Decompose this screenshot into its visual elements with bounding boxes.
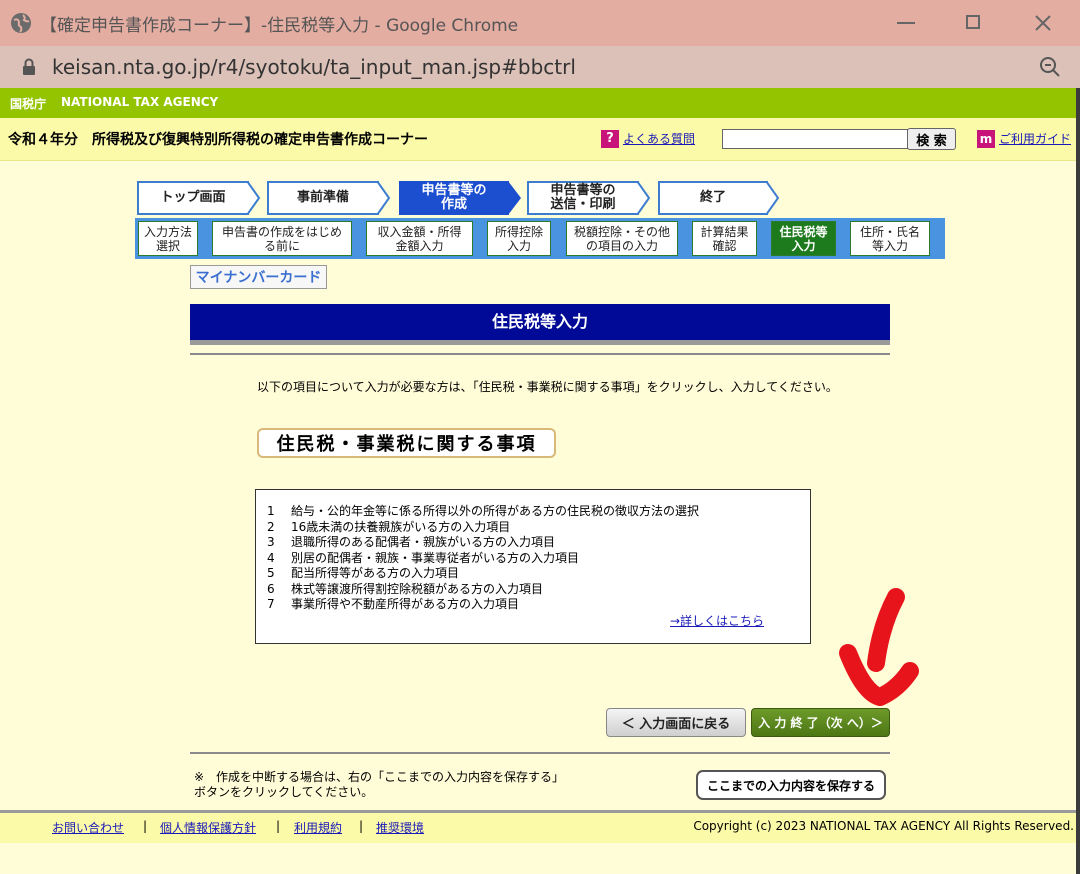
agency-name-en: NATIONAL TAX AGENCY	[61, 95, 219, 109]
window-edge	[1076, 88, 1080, 874]
items-list: 1 給与・公的年金等に係る所得以外の所得がある方の住民税の徴収方法の選択 2 16歳…	[267, 504, 699, 613]
search-button[interactable]: 検 索	[907, 128, 956, 150]
step-arrow	[377, 181, 391, 215]
list-item: 1 給与・公的年金等に係る所得以外の所得がある方の住民税の徴収方法の選択	[267, 504, 700, 518]
substep-method[interactable]: 入力方法 選択	[138, 221, 198, 256]
agency-banner: 国税庁 NATIONAL TAX AGENCY	[0, 88, 1080, 118]
lock-icon	[23, 58, 35, 75]
finish-input-next-button[interactable]: 入 力 終 了（次 へ）＞	[751, 708, 890, 737]
substep-label: 税額控除・その他 の項目の入力	[573, 224, 670, 253]
search-input[interactable]	[722, 129, 908, 149]
maximize-icon[interactable]	[966, 15, 980, 29]
step-label: 申告書等の 作成	[421, 183, 487, 212]
substep-label: 収入金額・所得 金額入力	[377, 224, 462, 253]
globe-icon	[11, 13, 31, 33]
step-preparation[interactable]: 事前準備	[267, 181, 379, 215]
instruction-text: 以下の項目について入力が必要な方は、「住民税・事業税に関する事項」をクリックし、…	[257, 380, 838, 394]
footer-separator: |	[143, 819, 148, 833]
step-label: トップ画面	[160, 190, 226, 205]
minimize-icon[interactable]	[897, 22, 915, 24]
list-item: 7 事業所得や不動産所得がある方の入力項目	[267, 597, 520, 611]
divider	[190, 353, 890, 355]
step-arrow	[508, 181, 521, 215]
close-icon[interactable]	[1034, 14, 1052, 32]
list-item: 2 16歳未満の扶養親族がいる方の入力項目	[267, 519, 511, 534]
substep-label: 所得控除 入力	[494, 224, 543, 253]
guide-book-icon: m	[977, 130, 995, 148]
copyright: Copyright (c) 2023 NATIONAL TAX AGENCY A…	[693, 819, 1074, 833]
footer-environment-link[interactable]: 推奨環境	[376, 819, 424, 836]
address-bar[interactable]: keisan.nta.go.jp/r4/syotoku/ta_input_man…	[0, 46, 1080, 88]
page-title: 住民税等入力	[491, 312, 588, 331]
substep-deduction[interactable]: 所得控除 入力	[487, 221, 551, 256]
step-send-print: 申告書等の 送信・印刷	[527, 181, 639, 215]
step-label: 終了	[699, 190, 726, 205]
substep-label: 住民税等 入力	[779, 224, 828, 253]
step-arrow	[766, 181, 780, 215]
step-finish: 終了	[658, 181, 768, 215]
substep-tax-credit[interactable]: 税額控除・その他 の項目の入力	[566, 221, 678, 256]
url-text[interactable]: keisan.nta.go.jp/r4/syotoku/ta_input_man…	[52, 55, 576, 79]
step-create-current: 申告書等の 作成	[399, 181, 509, 215]
agency-name-jp: 国税庁	[10, 97, 47, 111]
footer-terms-link[interactable]: 利用規約	[294, 819, 342, 836]
window-title: 【確定申告書作成コーナー】-住民税等入力 - Google Chrome	[40, 16, 519, 36]
footer-separator: |	[276, 819, 281, 833]
substep-label: 計算結果 確認	[700, 224, 749, 253]
resident-tax-section-button[interactable]: 住民税・事業税に関する事項	[257, 428, 556, 458]
site-title: 令和４年分 所得税及び復興特別所得税の確定申告書作成コーナー	[8, 132, 428, 148]
list-item: 6 株式等譲渡所得割控除税額がある方の入力項目	[267, 581, 544, 596]
guide-link[interactable]: ご利用ガイド	[999, 130, 1071, 147]
save-note: ※ 作成を中断する場合は、右の「ここまでの入力内容を保存する」ボタンをクリックし…	[194, 770, 565, 799]
footer-contact-link[interactable]: お問い合わせ	[52, 819, 124, 836]
browser-title-bar: 【確定申告書作成コーナー】-住民税等入力 - Google Chrome	[0, 0, 1080, 46]
substep-result[interactable]: 計算結果 確認	[692, 221, 757, 256]
substep-before[interactable]: 申告書の作成をはじめ る前に	[212, 221, 352, 256]
zoom-icon[interactable]	[1038, 55, 1062, 79]
footer-privacy-link[interactable]: 個人情報保護方針	[160, 819, 256, 836]
annotation-arrow-icon	[839, 588, 919, 706]
items-box: 1 給与・公的年金等に係る所得以外の所得がある方の住民税の徴収方法の選択 2 16歳…	[255, 489, 811, 644]
faq-link[interactable]: よくある質問	[623, 130, 695, 147]
substep-resident-tax-current: 住民税等 入力	[771, 221, 836, 256]
step-label: 事前準備	[296, 190, 349, 205]
substep-address: 住所・氏名 等入力	[850, 221, 930, 256]
back-to-input-button[interactable]: ＜ 入力画面に戻る	[606, 708, 746, 737]
details-link[interactable]: →詳しくはこちら	[670, 612, 764, 629]
page-bottom	[0, 843, 1076, 874]
footer-separator: |	[359, 819, 364, 833]
step-arrow	[247, 181, 261, 215]
list-item: 4 別居の配偶者・親族・事業専従者がいる方の入力項目	[267, 550, 580, 565]
step-top[interactable]: トップ画面	[137, 181, 249, 215]
title-underline	[190, 340, 890, 345]
substep-label: 入力方法 選択	[143, 224, 192, 253]
page-title-band: 住民税等入力	[190, 304, 890, 340]
substep-income[interactable]: 収入金額・所得 金額入力	[366, 221, 473, 256]
substep-label: 申告書の作成をはじめ る前に	[221, 224, 342, 253]
mynumber-card-tab[interactable]: マイナンバーカード	[190, 265, 327, 289]
substep-label: 住所・氏名 等入力	[859, 224, 920, 253]
question-icon: ?	[601, 130, 619, 148]
list-item: 3 退職所得のある配偶者・親族がいる方の入力項目	[267, 535, 556, 549]
site-header: 令和４年分 所得税及び復興特別所得税の確定申告書作成コーナー ? よくある質問 …	[0, 118, 1080, 161]
footer: お問い合わせ | 個人情報保護方針 | 利用規約 | 推奨環境 Copyrigh…	[0, 813, 1076, 843]
step-arrow	[637, 181, 651, 215]
step-label: 申告書等の 送信・印刷	[550, 183, 616, 212]
list-item: 5 配当所得等がある方の入力項目	[267, 566, 460, 580]
divider	[190, 752, 890, 754]
save-progress-button[interactable]: ここまでの入力内容を保存する	[696, 770, 886, 800]
